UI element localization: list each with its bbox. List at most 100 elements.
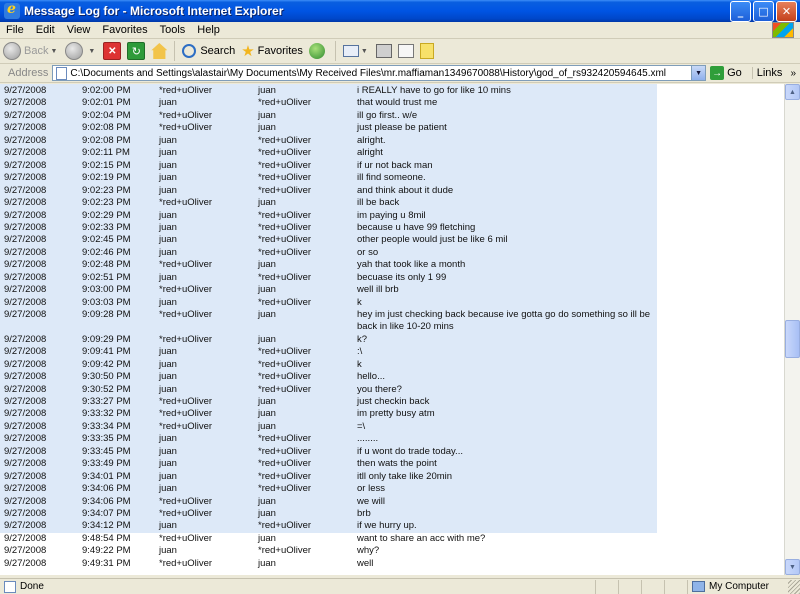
log-message: then wats the point xyxy=(357,458,437,470)
log-sender: juan xyxy=(159,221,177,233)
log-message: im pretty busy atm xyxy=(357,408,435,420)
star-icon: ★ xyxy=(241,43,255,60)
table-row: 9/27/2008 9:02:46 PM juan *red+uOliver or so xyxy=(0,247,657,259)
chevron-right-icon[interactable]: » xyxy=(786,68,800,79)
scroll-down-icon[interactable]: ▼ xyxy=(785,559,800,575)
address-bar: Address C:\Documents and Settings\alasta… xyxy=(0,64,800,83)
log-sender: *red+uOliver xyxy=(159,309,213,321)
log-sender: *red+uOliver xyxy=(159,557,213,569)
favorites-button[interactable]: ★ Favorites xyxy=(238,40,306,62)
mail-button[interactable]: ▼ xyxy=(340,40,373,62)
log-sender: juan xyxy=(159,209,177,221)
log-time: 9:02:23 PM xyxy=(82,197,131,209)
resize-grip-icon[interactable] xyxy=(788,579,800,594)
address-dropdown-icon[interactable]: ▼ xyxy=(691,66,706,80)
log-recipient: juan xyxy=(258,557,276,569)
log-time: 9:48:54 PM xyxy=(82,532,131,544)
print-button[interactable] xyxy=(373,40,395,62)
back-label: Back xyxy=(24,45,49,57)
stop-button[interactable]: ✕ xyxy=(100,40,124,62)
log-date: 9/27/2008 xyxy=(4,395,47,407)
log-time: 9:02:45 PM xyxy=(82,234,131,246)
log-message: or so xyxy=(357,246,379,258)
log-date: 9/27/2008 xyxy=(4,221,47,233)
log-recipient: juan xyxy=(258,495,276,507)
log-date: 9/27/2008 xyxy=(4,197,47,209)
menu-edit[interactable]: Edit xyxy=(30,24,61,36)
stop-icon: ✕ xyxy=(103,42,122,60)
close-button[interactable]: ✕ xyxy=(776,0,797,22)
back-dropdown-icon[interactable]: ▼ xyxy=(50,48,57,55)
log-recipient: *red+uOliver xyxy=(258,209,312,221)
go-button[interactable]: → Go xyxy=(706,66,746,80)
log-date: 9/27/2008 xyxy=(4,383,47,395)
log-time: 9:03:00 PM xyxy=(82,284,131,296)
menu-tools[interactable]: Tools xyxy=(154,24,192,36)
menu-file[interactable]: File xyxy=(0,24,30,36)
log-message: ........ xyxy=(357,433,379,445)
address-input[interactable]: C:\Documents and Settings\alastair\My Do… xyxy=(52,65,707,81)
home-icon xyxy=(151,43,168,59)
log-time: 9:34:01 PM xyxy=(82,470,131,482)
media-button[interactable] xyxy=(306,40,331,62)
log-recipient: *red+uOliver xyxy=(258,483,312,495)
mail-icon xyxy=(342,45,359,57)
log-time: 9:30:52 PM xyxy=(82,383,131,395)
table-row: 9/27/2008 9:09:42 PM juan *red+uOliver k xyxy=(0,359,657,371)
table-row: 9/27/2008 9:49:22 PM juan *red+uOliver why? xyxy=(0,545,657,557)
log-sender: juan xyxy=(159,147,177,159)
log-date: 9/27/2008 xyxy=(4,557,47,569)
scroll-thumb[interactable] xyxy=(785,320,800,358)
table-row: 9/27/2008 9:33:34 PM *red+uOliver juan =\ xyxy=(0,421,657,433)
table-row: 9/27/2008 9:02:11 PM juan *red+uOliver alrig… xyxy=(0,147,657,159)
table-row: 9/27/2008 9:02:51 PM juan *red+uOliver becua… xyxy=(0,272,657,284)
maximize-button[interactable]: □ xyxy=(753,0,774,22)
table-row: 9/27/2008 9:33:32 PM *red+uOliver juan im pr… xyxy=(0,408,657,420)
log-sender: *red+uOliver xyxy=(159,284,213,296)
log-recipient: juan xyxy=(258,109,276,121)
log-time: 9:02:11 PM xyxy=(82,147,130,159)
log-time: 9:49:31 PM xyxy=(82,557,131,569)
log-sender: juan xyxy=(159,545,177,557)
status-pane xyxy=(595,579,618,594)
forward-button[interactable]: ▼ xyxy=(62,40,100,62)
forward-dropdown-icon[interactable]: ▼ xyxy=(88,48,95,55)
table-row: 9/27/2008 9:02:19 PM juan *red+uOliver ill f… xyxy=(0,172,657,184)
log-message: k? xyxy=(357,333,368,345)
search-button[interactable]: Search xyxy=(179,40,238,62)
log-date: 9/27/2008 xyxy=(4,520,47,532)
scroll-up-icon[interactable]: ▲ xyxy=(785,84,800,100)
log-sender: *red+uOliver xyxy=(159,333,213,345)
search-icon xyxy=(182,44,197,58)
log-recipient: *red+uOliver xyxy=(258,234,312,246)
log-sender: juan xyxy=(159,470,177,482)
log-time: 9:33:27 PM xyxy=(82,395,131,407)
media-icon xyxy=(308,43,325,59)
log-time: 9:02:51 PM xyxy=(82,271,131,283)
log-sender: juan xyxy=(159,458,177,470)
home-button[interactable] xyxy=(148,40,170,62)
edit-button[interactable] xyxy=(395,40,417,62)
log-message: well ill brb xyxy=(357,284,399,296)
minimize-button[interactable]: _ xyxy=(730,0,751,22)
favorites-label: Favorites xyxy=(257,45,303,57)
log-recipient: *red+uOliver xyxy=(258,271,312,283)
messenger-button[interactable] xyxy=(417,40,437,62)
back-button[interactable]: Back ▼ xyxy=(0,40,62,62)
log-recipient: *red+uOliver xyxy=(258,470,312,482)
log-recipient: juan xyxy=(258,333,276,345)
log-recipient: juan xyxy=(258,532,276,544)
refresh-button[interactable]: ↻ xyxy=(124,40,148,62)
vertical-scrollbar[interactable]: ▲ ▼ xyxy=(784,84,800,575)
log-recipient: juan xyxy=(258,420,276,432)
log-sender: juan xyxy=(159,296,177,308)
log-message: im paying u 8mil xyxy=(357,209,426,221)
links-button[interactable]: Links xyxy=(751,67,787,79)
table-row: 9/27/2008 9:02:08 PM *red+uOliver juan just … xyxy=(0,122,657,134)
menu-help[interactable]: Help xyxy=(191,24,226,36)
log-time: 9:09:29 PM xyxy=(82,333,131,345)
address-url[interactable]: C:\Documents and Settings\alastair\My Do… xyxy=(70,68,691,79)
menu-view[interactable]: View xyxy=(61,24,97,36)
mail-dropdown-icon[interactable]: ▼ xyxy=(361,48,368,55)
menu-favorites[interactable]: Favorites xyxy=(96,24,153,36)
